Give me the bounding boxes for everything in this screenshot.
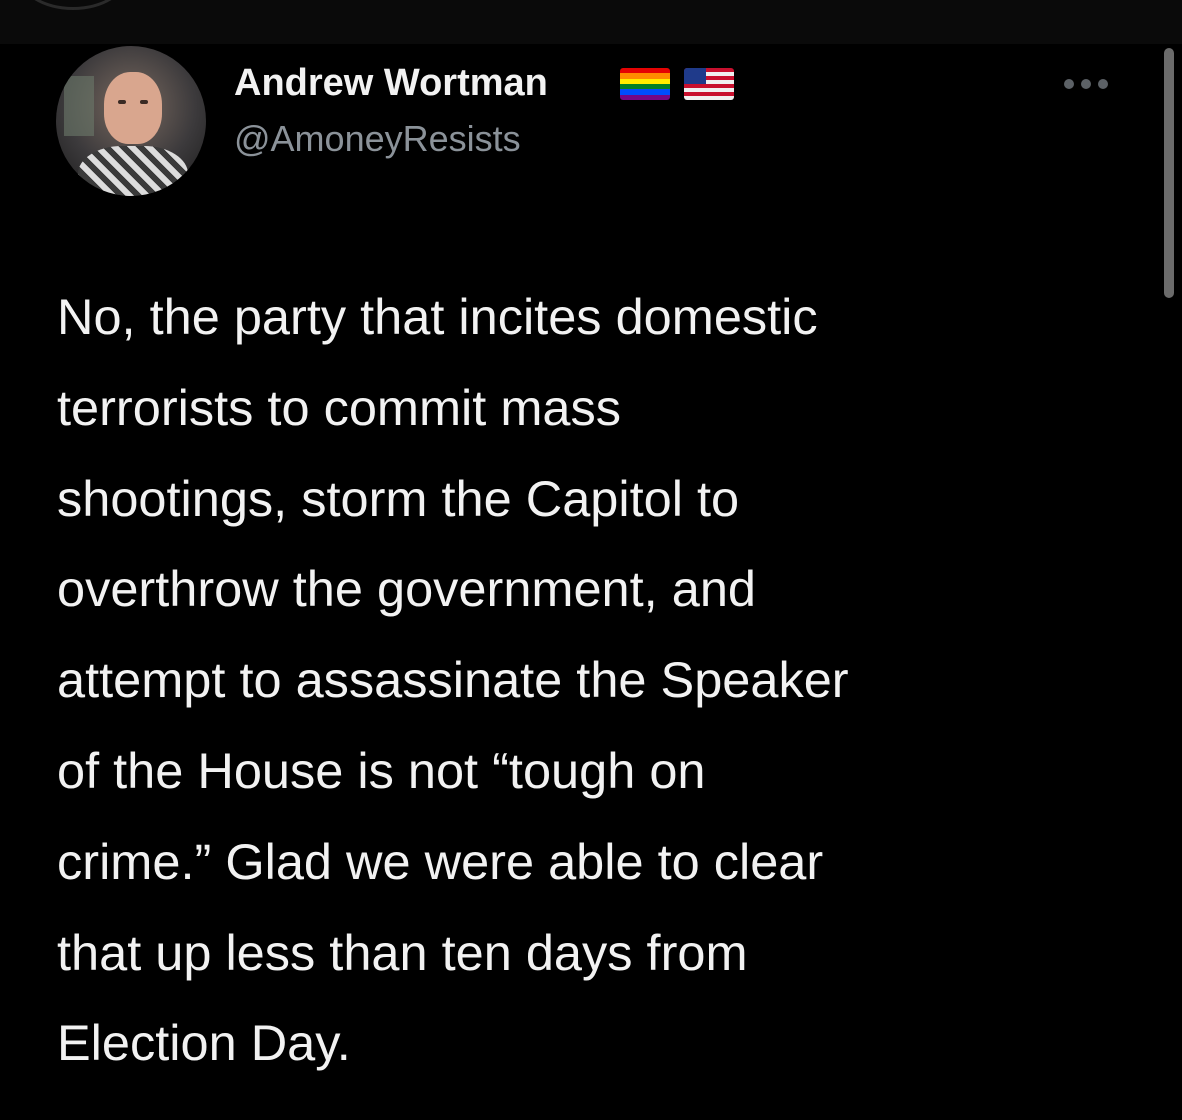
tweet-text-line: Election Day. (57, 1014, 351, 1072)
tweet-text-line: of the House is not “tough on (57, 741, 706, 799)
user-handle[interactable]: @AmoneyResists (234, 118, 521, 160)
tweet-text-line: shootings, storm the Capitol to (57, 469, 740, 527)
tweet-text-line: crime.” Glad we were able to clear (57, 832, 824, 890)
tweet-text-line: attempt to assassinate the Speaker (57, 651, 849, 709)
tweet: Andrew Wortman @AmoneyResists No, the pa… (0, 44, 1182, 1120)
tweet-text-line: No, the party that incites domestic (57, 288, 818, 345)
us-flag-icon (684, 68, 734, 100)
top-strip (0, 0, 1182, 44)
scrollbar[interactable] (1164, 44, 1174, 1120)
avatar[interactable] (56, 46, 206, 196)
tweet-text-line: that up less than ten days from (57, 923, 748, 981)
tweet-text-line: terrorists to commit mass (57, 378, 621, 436)
previous-avatar-edge (18, 0, 128, 10)
more-options-icon[interactable] (1064, 74, 1124, 94)
tweet-text: No, the party that incites domestic terr… (57, 272, 1147, 1089)
display-name[interactable]: Andrew Wortman (234, 62, 548, 105)
tweet-text-line: overthrow the government, and (57, 560, 756, 618)
rainbow-flag-icon (620, 68, 670, 100)
scrollbar-thumb[interactable] (1164, 48, 1174, 298)
